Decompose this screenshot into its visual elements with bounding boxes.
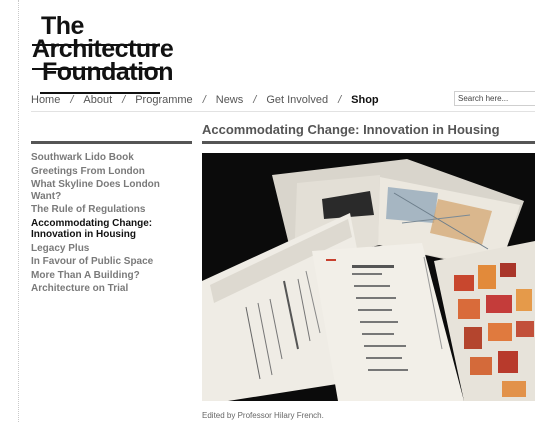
nav-about[interactable]: About (83, 94, 112, 106)
sidebar-item-favour-public-space[interactable]: In Favour of Public Space (31, 256, 191, 268)
logo-rule (32, 68, 160, 70)
page-edge-dotted-line (18, 0, 19, 422)
sidebar-item-architecture-on-trial[interactable]: Architecture on Trial (31, 283, 191, 295)
sidebar-item-what-skyline[interactable]: What Skyline Does London Want? (31, 179, 191, 202)
sidebar-rule (31, 141, 192, 144)
logo-rule (32, 44, 160, 46)
site-logo[interactable]: The Architecture Foundation (32, 14, 174, 94)
content-rule (202, 141, 535, 144)
sidebar-menu: Southwark Lido Book Greetings From Londo… (31, 152, 191, 297)
sidebar-item-legacy-plus[interactable]: Legacy Plus (31, 243, 191, 255)
nav-separator: / (253, 94, 257, 106)
sidebar-item-southwark-lido-book[interactable]: Southwark Lido Book (31, 152, 191, 164)
search-input[interactable] (454, 91, 535, 106)
sidebar-item-rule-of-regulations[interactable]: The Rule of Regulations (31, 204, 191, 216)
logo-line-3: Foundation (42, 58, 174, 86)
nav-home[interactable]: Home (31, 94, 60, 106)
nav-separator: / (338, 94, 342, 106)
nav-separator: / (202, 94, 206, 106)
nav-programme[interactable]: Programme (135, 94, 192, 106)
book-photo-illustration (202, 153, 535, 401)
nav-get-involved[interactable]: Get Involved (266, 94, 328, 106)
main-nav: Home / About / Programme / News / Get In… (31, 92, 379, 108)
nav-shop[interactable]: Shop (351, 94, 379, 106)
book-photo (202, 153, 535, 401)
sidebar-item-greetings-from-london[interactable]: Greetings From London (31, 166, 191, 178)
nav-separator: / (122, 94, 126, 106)
nav-news[interactable]: News (216, 94, 244, 106)
page-title: Accommodating Change: Innovation in Hous… (202, 122, 500, 137)
sidebar-item-more-than-a-building[interactable]: More Than A Building? (31, 270, 191, 282)
sidebar-item-accommodating-change[interactable]: Accommodating Change: Innovation in Hous… (31, 218, 191, 241)
nav-divider (31, 111, 535, 112)
nav-separator: / (70, 94, 74, 106)
photo-caption: Edited by Professor Hilary French. (202, 411, 324, 420)
